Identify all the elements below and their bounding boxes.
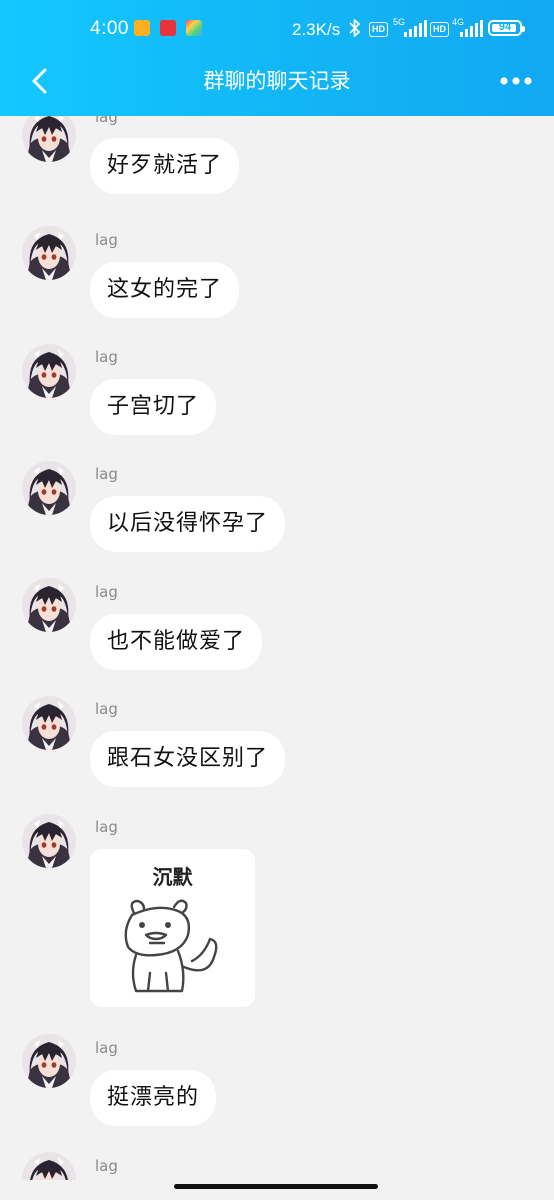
battery-level: 94 xyxy=(498,21,512,33)
avatar[interactable] xyxy=(22,1152,76,1180)
status-bar: 4:00 2.3K/s HD 5G HD 4G 94 xyxy=(0,0,554,60)
sender-name: lag xyxy=(95,348,118,366)
message-bubble[interactable]: 以后没得怀孕了 xyxy=(90,496,286,552)
sticker-image[interactable]: 沉默 xyxy=(90,849,255,1007)
avatar[interactable] xyxy=(22,814,76,868)
notification-store-icon xyxy=(186,20,202,36)
home-indicator[interactable] xyxy=(174,1184,378,1189)
avatar[interactable] xyxy=(22,116,76,162)
message-bubble[interactable]: 跟石女没区别了 xyxy=(90,731,286,787)
page-title: 群聊的聊天记录 xyxy=(203,69,351,93)
hd-badge-2: HD xyxy=(430,22,449,37)
message-bubble[interactable]: 这女的完了 xyxy=(90,262,240,318)
notification-app-icon xyxy=(134,20,150,36)
bluetooth-icon xyxy=(349,19,360,37)
top-bar: 4:00 2.3K/s HD 5G HD 4G 94 群聊的聊天记录 xyxy=(0,0,554,116)
bear-sticker-icon xyxy=(124,899,218,993)
message-bubble[interactable]: 子宫切了 xyxy=(90,379,217,435)
sender-name: lag xyxy=(95,583,118,601)
message-list[interactable]: lag 好歹就活了 lag 这女的完了 lag 子宫切了 lag 以后没得怀孕了… xyxy=(0,116,554,1180)
avatar[interactable] xyxy=(22,461,76,515)
status-time: 4:00 xyxy=(90,18,129,39)
signal-icon xyxy=(404,20,427,37)
sender-name: lag xyxy=(95,700,118,718)
sender-name: lag xyxy=(95,1039,118,1057)
more-options-icon[interactable] xyxy=(498,68,534,94)
signal-icon-2 xyxy=(460,20,483,37)
network-speed: 2.3K/s xyxy=(292,20,341,39)
battery-icon: 94 xyxy=(488,20,525,36)
sender-name: lag xyxy=(95,1157,118,1175)
message-bubble[interactable]: 好歹就活了 xyxy=(90,138,240,194)
avatar[interactable] xyxy=(22,578,76,632)
home-indicator-bar xyxy=(0,1180,554,1200)
sender-name: lag xyxy=(95,818,118,836)
avatar[interactable] xyxy=(22,696,76,750)
message-bubble[interactable]: 也不能做爱了 xyxy=(90,614,263,670)
sender-name: lag xyxy=(95,231,118,249)
sender-name: lag xyxy=(95,465,118,483)
avatar[interactable] xyxy=(22,1034,76,1088)
hd-badge: HD xyxy=(369,22,388,37)
notification-news-icon xyxy=(160,20,176,36)
avatar[interactable] xyxy=(22,226,76,280)
message-bubble[interactable]: 挺漂亮的 xyxy=(90,1070,217,1126)
sticker-caption: 沉默 xyxy=(152,865,193,889)
sender-name: lag xyxy=(95,116,118,126)
avatar[interactable] xyxy=(22,344,76,398)
